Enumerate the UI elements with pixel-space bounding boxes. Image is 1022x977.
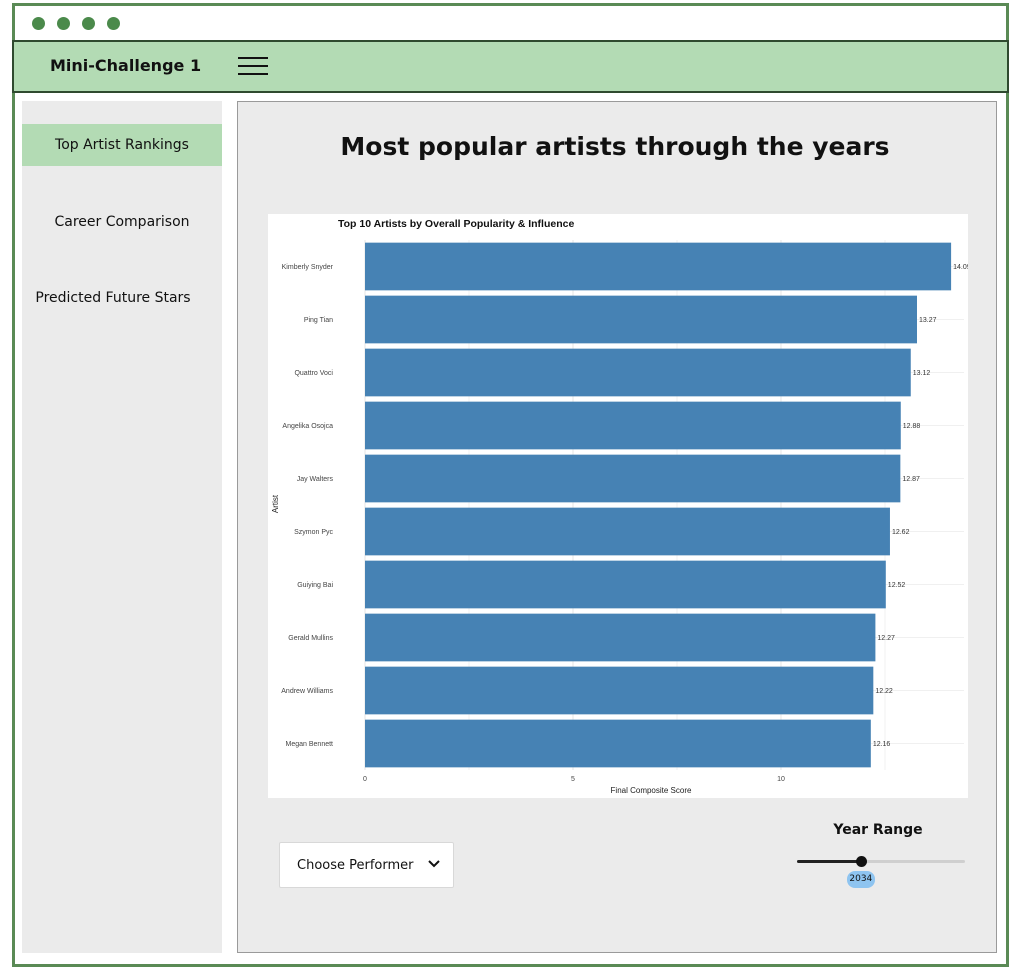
sidebar-item-career-comparison[interactable]: Career Comparison bbox=[22, 201, 222, 243]
sidebar-item-top-artist-rankings[interactable]: Top Artist Rankings bbox=[22, 124, 222, 166]
window-dot-icon bbox=[82, 17, 95, 30]
chart-tick-label: 0 bbox=[363, 776, 367, 783]
slider-fill bbox=[797, 860, 861, 863]
chart-data-label: 12.52 bbox=[888, 582, 906, 589]
chevron-down-icon bbox=[428, 860, 440, 868]
window-dot-icon bbox=[57, 17, 70, 30]
chart-category-label: Gerald Mullins bbox=[288, 635, 333, 642]
chart-bar bbox=[365, 348, 911, 397]
chart-data-label: 12.62 bbox=[892, 529, 910, 536]
chart-category-label: Ping Tian bbox=[304, 317, 333, 324]
year-range-title: Year Range bbox=[833, 822, 923, 838]
chart-bar bbox=[365, 295, 917, 344]
hamburger-icon[interactable] bbox=[238, 57, 268, 77]
sidebar-item-label: Career Comparison bbox=[54, 214, 190, 230]
chart-bar bbox=[365, 507, 890, 556]
chart-data-label: 12.87 bbox=[902, 476, 920, 483]
chart-data-label: 12.27 bbox=[877, 635, 895, 642]
sidebar: Top Artist Rankings Career Comparison Pr… bbox=[22, 101, 222, 953]
chart-svg: Kimberly Snyder 14.09 Ping Tian 13.27 Quattr… bbox=[271, 218, 971, 795]
slider-thumb[interactable] bbox=[855, 856, 867, 867]
chart-category-label: Andrew Williams bbox=[281, 688, 333, 695]
chart-data-label: 12.88 bbox=[903, 423, 921, 430]
chart-data-label: 12.22 bbox=[875, 688, 893, 695]
sidebar-item-label: Top Artist Rankings bbox=[55, 137, 189, 153]
choose-performer-dropdown[interactable]: Choose Performer bbox=[279, 842, 454, 888]
chart-category-label: Megan Bennett bbox=[286, 741, 334, 748]
chart-category-label: Jay Walters bbox=[297, 476, 334, 483]
chart-bar bbox=[365, 242, 952, 291]
chart-bar bbox=[365, 401, 901, 450]
chart-data-label: 12.16 bbox=[873, 741, 891, 748]
chart-tick-label: 10 bbox=[777, 776, 785, 783]
window-dot-icon bbox=[32, 17, 45, 30]
bar-chart: Kimberly Snyder 14.09 Ping Tian 13.27 Quattr… bbox=[268, 214, 971, 798]
window-dots bbox=[32, 17, 120, 30]
window-dot-icon bbox=[107, 17, 120, 30]
hamburger-line bbox=[238, 73, 268, 75]
top-bar: Mini-Challenge 1 bbox=[12, 40, 1009, 93]
chart-data-label: 13.27 bbox=[919, 317, 937, 324]
hamburger-line bbox=[238, 65, 268, 67]
page-title: Most popular artists through the years bbox=[340, 132, 890, 161]
dropdown-label: Choose Performer bbox=[297, 858, 414, 873]
chart-bar bbox=[365, 613, 876, 662]
chart-y-axis-label: Artist bbox=[271, 494, 280, 513]
hamburger-line bbox=[238, 57, 268, 59]
chart-title: Top 10 Artists by Overall Popularity & I… bbox=[338, 218, 574, 230]
chart-data-label: 14.09 bbox=[953, 264, 968, 271]
main-panel: Most popular artists through the years K… bbox=[237, 101, 997, 953]
year-range-slider[interactable]: 2034 bbox=[797, 856, 965, 888]
chart-bar bbox=[365, 560, 886, 609]
chart-category-label: Quattro Voci bbox=[294, 370, 333, 377]
chart-bar bbox=[365, 666, 874, 715]
chart-category-label: Angelika Osojca bbox=[282, 423, 333, 430]
sidebar-item-predicted-future-stars[interactable]: Predicted Future Stars bbox=[13, 277, 213, 319]
chart-bar bbox=[365, 719, 871, 768]
chart-bar bbox=[365, 454, 901, 503]
chart-bars bbox=[365, 242, 952, 768]
chart-x-axis-label: Final Composite Score bbox=[611, 786, 692, 795]
sidebar-item-label: Predicted Future Stars bbox=[35, 290, 191, 306]
chart-data-label: 13.12 bbox=[913, 370, 931, 377]
chart-tick-label: 5 bbox=[571, 776, 575, 783]
chart-category-label: Szymon Pyc bbox=[294, 529, 333, 536]
slider-value-badge: 2034 bbox=[846, 871, 875, 888]
chart-category-label: Guiying Bai bbox=[297, 582, 333, 589]
chart-category-label: Kimberly Snyder bbox=[282, 264, 334, 271]
app-title: Mini-Challenge 1 bbox=[50, 56, 202, 75]
